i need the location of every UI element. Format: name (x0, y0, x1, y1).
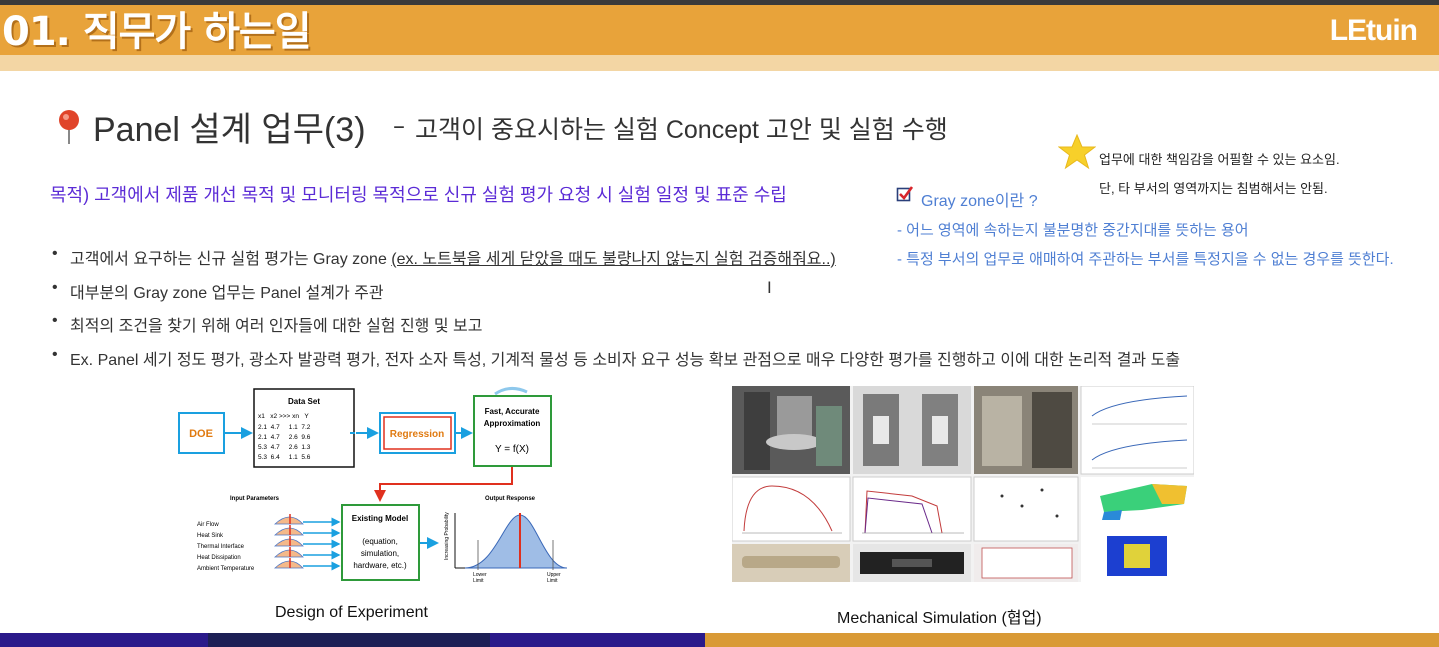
bullet-dot: • (52, 312, 58, 329)
note-line-2: 단, 타 부서의 영역까지는 침범해서는 안됨. (1099, 181, 1328, 196)
dataset-row: 2.1 4.7 1.1 7.2 (258, 424, 311, 431)
bullet-dot: • (52, 278, 58, 296)
doe-caption: Design of Experiment (275, 604, 428, 621)
dataset-row: 5.3 6.4 1.1 5.6 (258, 454, 311, 461)
mechanical-simulation-caption: Mechanical Simulation (협업) (837, 610, 1042, 627)
input-distribution-curves (273, 516, 304, 569)
gray-zone-definition-1: - 어느 영역에 속하는지 불분명한 중간지대를 뜻하는 용어 (897, 222, 1249, 239)
bullet-example-underlined: (ex. 노트북을 세게 닫았을 때도 불량나지 않는지 실험 검증해줘요..) (391, 251, 836, 268)
dataset-header: x1 x2 >>> xn Y (258, 413, 309, 420)
dataset-row: 5.3 4.7 2.6 1.3 (258, 444, 311, 451)
section-title: 01. 직무가 하는일 (2, 9, 312, 55)
note-line-1: 업무에 대한 책임감을 어필할 수 있는 요소임. (1099, 152, 1340, 167)
dataset-title: Data Set (288, 397, 320, 406)
bullet-text: Ex. Panel 세기 정도 평가, 광소자 발광력 평가, 전자 소자 특성… (70, 351, 1181, 369)
list-item: • 최적의 조건을 찾기 위해 여러 인자들에 대한 실험 진행 및 보고 (52, 312, 1180, 346)
test-rig-photo (732, 386, 850, 474)
footer-bar-middle (208, 633, 490, 647)
footer-bar-right (705, 633, 1439, 647)
existing-model-line: hardware, etc.) (353, 561, 407, 570)
fea-contour-image (1081, 477, 1194, 582)
tensile-fixture-photo (853, 386, 971, 474)
output-response-title: Output Response (485, 496, 536, 502)
checkbox-icon (896, 186, 914, 202)
approximation-formula: Y = f(X) (495, 444, 529, 455)
bullet-dot: • (52, 345, 58, 363)
bullet-dot: • (52, 245, 58, 262)
input-label: Ambient Temperature (197, 566, 255, 572)
gray-zone-title: Gray zone이란 ? (921, 193, 1038, 210)
dataset-row: 2.1 4.7 2.6 9.6 (258, 434, 311, 441)
input-label: Heat Dissipation (197, 555, 241, 561)
slide-title: Panel 설계 업무(3) (93, 111, 366, 149)
regression-label: Regression (390, 429, 444, 440)
text-cursor-icon: I (767, 278, 772, 297)
existing-model-line: simulation, (361, 549, 399, 558)
doe-diagram: DOE Data Set x1 x2 >>> xn Y 2.1 4.7 1.1 … (178, 387, 568, 584)
star-icon (1058, 134, 1096, 170)
chamber-photo (974, 386, 1078, 474)
title-dash: – (393, 112, 405, 140)
gray-zone-definition-2: - 특정 부서의 업무로 애매하여 주관하는 부서를 특정지을 수 없는 경우를… (897, 251, 1394, 268)
existing-model-line: (equation, (362, 537, 398, 546)
sample-sheet-photo (974, 544, 1078, 582)
footer-bar (0, 633, 1439, 647)
approximation-line-2: Approximation (484, 419, 541, 428)
lower-limit-label: Limit (473, 578, 484, 584)
bullet-text: 고객에서 요구하는 신규 실험 평가는 Gray zone (70, 251, 392, 268)
list-item: • Ex. Panel 세기 정도 평가, 광소자 발광력 평가, 전자 소자 특… (52, 346, 1180, 380)
doe-label: DOE (189, 428, 213, 440)
bullet-text: 최적의 조건을 찾기 위해 여러 인자들에 대한 실험 진행 및 보고 (70, 318, 483, 335)
input-parameters-title: Input Parameters (230, 496, 280, 502)
input-label: Thermal Interface (197, 544, 245, 550)
output-distribution-curve (464, 514, 568, 569)
specimen-photo (732, 544, 850, 582)
result-plot-top (1080, 386, 1194, 475)
mechanical-simulation-collage (732, 386, 1194, 582)
upper-limit-label: Limit (547, 578, 558, 584)
purpose-statement: 목적) 고객에서 제품 개선 목적 및 모니터링 목적으로 신규 실험 평가 요… (50, 185, 787, 205)
scatter-plot (973, 476, 1079, 542)
input-label: Heat Sink (197, 533, 224, 539)
brand-logo: LEtuin (1329, 14, 1418, 47)
header-banner-shadow (0, 55, 1439, 71)
input-label: Air Flow (197, 522, 219, 528)
list-item: • 대부분의 Gray zone 업무는 Panel 설계가 주관 (52, 279, 1180, 313)
stress-strain-plot (732, 476, 851, 542)
map-pin-icon (59, 110, 79, 144)
probability-axis-label: Increasing Probability (444, 512, 450, 560)
dogbone-specimen-photo (853, 544, 971, 582)
existing-model-title: Existing Model (352, 514, 408, 523)
bullet-text: 대부분의 Gray zone 업무는 Panel 설계가 주관 (70, 284, 384, 302)
force-displacement-plot (852, 476, 972, 542)
slide-subtitle: 고객이 중요시하는 실험 Concept 고안 및 실험 수행 (415, 116, 948, 144)
approximation-line-1: Fast, Accurate (485, 407, 540, 416)
